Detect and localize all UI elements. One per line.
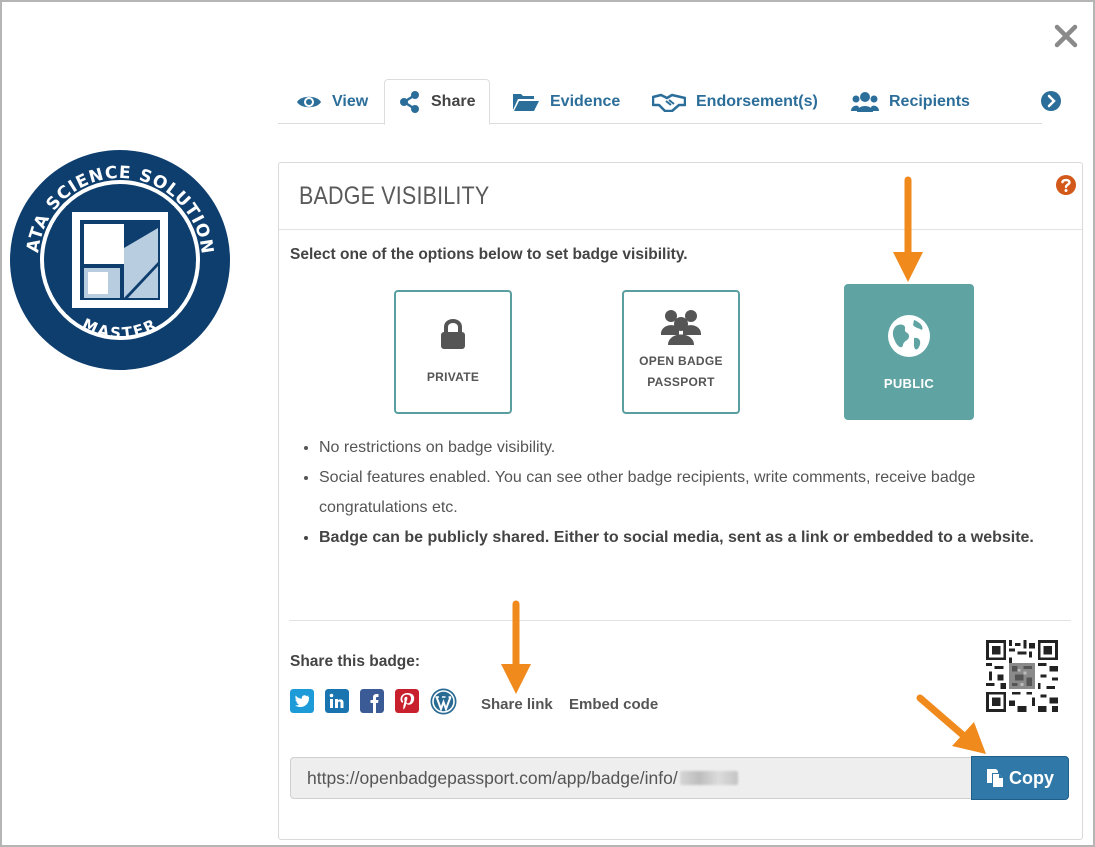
next-tabs-icon[interactable]: [1040, 90, 1062, 112]
option-open-badge-passport[interactable]: OPEN BADGE PASSPORT: [622, 290, 740, 414]
close-icon[interactable]: [1052, 22, 1080, 50]
option-private[interactable]: PRIVATE: [394, 290, 512, 414]
tab-recipients-label: Recipients: [889, 92, 970, 110]
tab-endorsements[interactable]: Endorsement(s): [638, 79, 832, 124]
list-item: No restrictions on badge visibility.: [319, 433, 1059, 463]
option-public[interactable]: PUBLIC: [844, 284, 974, 420]
option-open-badge-label-line1: OPEN BADGE: [639, 354, 723, 368]
tab-view-label: View: [332, 92, 369, 110]
twitter-icon[interactable]: [290, 689, 314, 713]
embed-code-tab[interactable]: Embed code: [569, 696, 658, 713]
tab-share[interactable]: Share: [384, 79, 491, 125]
copy-icon: [987, 769, 1003, 787]
linkedin-icon[interactable]: [325, 689, 349, 713]
share-icon: [400, 91, 419, 113]
tab-endorsements-label: Endorsement(s): [696, 92, 818, 110]
option-private-label: PRIVATE: [426, 370, 480, 384]
option-open-badge-label-line2: PASSPORT: [647, 375, 715, 389]
share-url-field[interactable]: https://openbadgepassport.com/app/badge/…: [290, 757, 972, 799]
option-public-label: PUBLIC: [883, 376, 935, 391]
tab-bar: View Share Evidence Endorsement(s) Recip…: [278, 79, 1042, 125]
facebook-icon[interactable]: [360, 689, 384, 713]
copy-button-label: Copy: [1009, 767, 1054, 788]
handshake-icon: [652, 93, 686, 112]
qr-code: [986, 640, 1058, 712]
users-icon: [851, 91, 879, 112]
eye-icon: [297, 96, 321, 107]
tab-recipients[interactable]: Recipients: [837, 79, 984, 124]
panel-title: BADGE VISIBILITY: [299, 181, 490, 210]
annotation-arrow: [893, 176, 923, 282]
visibility-details-list: No restrictions on badge visibility. Soc…: [319, 433, 1059, 553]
help-icon[interactable]: [1055, 174, 1077, 196]
tab-evidence[interactable]: Evidence: [498, 79, 634, 124]
folder-open-icon: [513, 93, 539, 111]
users-icon: [661, 310, 701, 345]
tab-share-label: Share: [431, 93, 476, 110]
annotation-arrow: [501, 600, 531, 694]
lock-icon: [441, 319, 465, 349]
tab-view[interactable]: View: [282, 79, 382, 124]
pinterest-icon[interactable]: [395, 689, 419, 713]
list-item: Social features enabled. You can see oth…: [319, 463, 1059, 523]
share-url-text: https://openbadgepassport.com/app/badge/…: [307, 767, 678, 788]
copy-button[interactable]: Copy: [971, 756, 1069, 800]
list-item: Badge can be publicly shared. Either to …: [319, 523, 1059, 553]
redacted-badge-id: [679, 771, 738, 785]
globe-icon: [888, 315, 930, 357]
annotation-arrow: [916, 694, 986, 754]
tab-evidence-label: Evidence: [550, 92, 621, 110]
divider: [289, 620, 1071, 621]
share-title: Share this badge:: [290, 653, 421, 670]
wordpress-icon[interactable]: [430, 688, 457, 715]
badge-image: DATA SCIENCE SOLUTIONS MASTER: [8, 148, 230, 370]
visibility-instruction: Select one of the options below to set b…: [290, 246, 688, 263]
panel-header: BADGE VISIBILITY: [279, 163, 1082, 230]
